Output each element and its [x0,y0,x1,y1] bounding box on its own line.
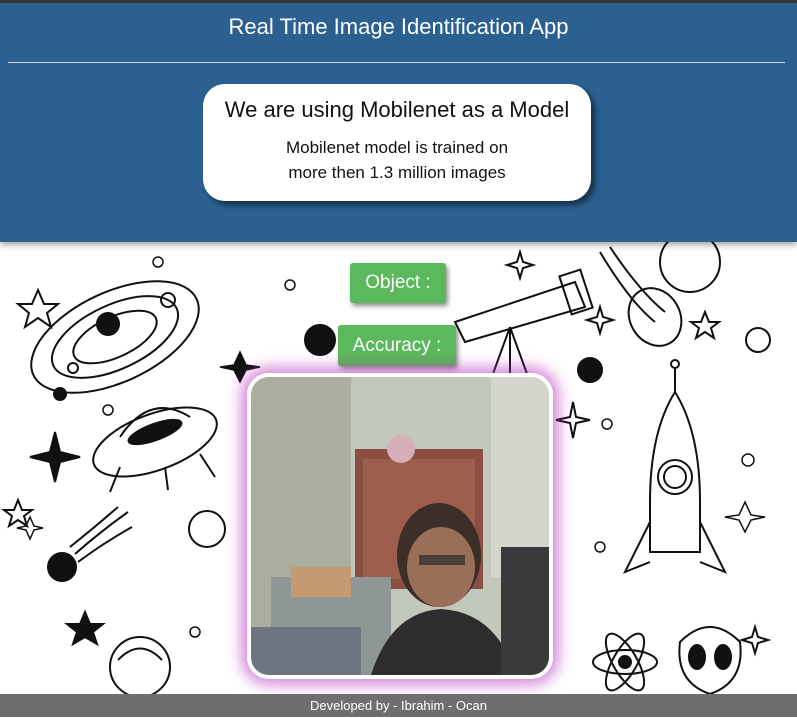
telescope-icon [453,268,594,387]
rocket-icon [622,359,728,574]
ufo-icon [92,406,218,493]
atom-icon [592,632,658,692]
page-title: Real Time Image Identification App [228,14,569,39]
model-info-text: Mobilenet model is trained on more then … [203,135,591,185]
model-info-card: We are using Mobilenet as a Model Mobile… [203,84,591,201]
planet-orbit-icon [30,280,200,401]
header-divider [8,62,785,63]
model-info-line-2: more then 1.3 million images [288,163,506,182]
app-header: Real Time Image Identification App We ar… [0,0,797,242]
alien-head-icon [678,626,742,694]
window-top-border [0,0,797,3]
footer-credit: Developed by - Ibrahim - Ocan [0,694,797,717]
webcam-video-feed [247,373,553,679]
accuracy-result-button[interactable]: Accuracy : [338,325,456,366]
model-info-line-1: Mobilenet model is trained on [285,138,509,157]
astronaut-helmet-icon [109,636,171,694]
model-info-heading: We are using Mobilenet as a Model [224,97,570,122]
object-result-button[interactable]: Object : [350,263,446,303]
